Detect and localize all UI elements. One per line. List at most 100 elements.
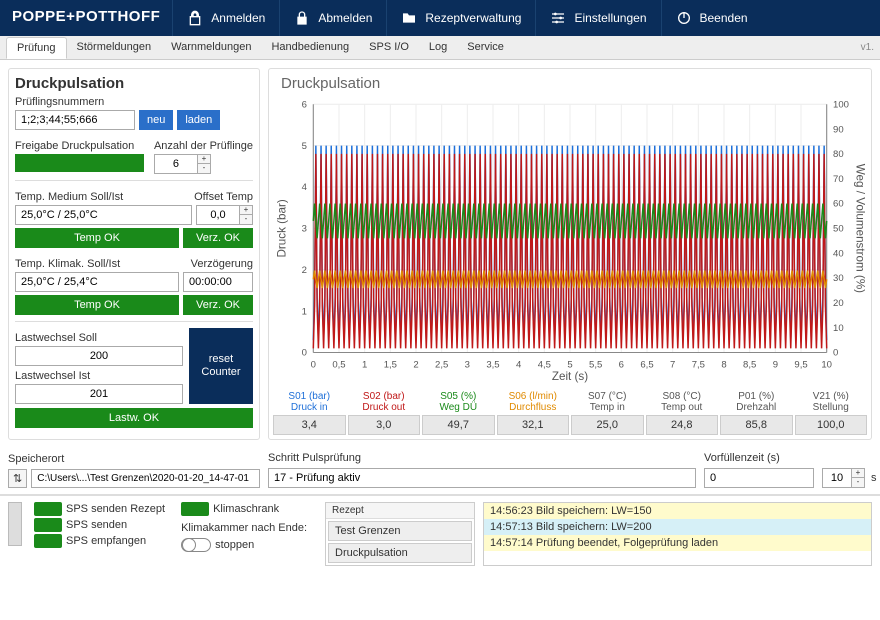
left-panel: Druckpulsation Prüflingsnummern neu lade… [8, 68, 260, 440]
reset-counter-button[interactable]: reset Counter [189, 328, 253, 404]
svg-text:4: 4 [516, 359, 522, 370]
freigabe-label: Freigabe Druckpulsation [15, 140, 144, 152]
rezept-list: Rezept Test GrenzenDruckpulsation [325, 502, 475, 566]
pruef-nr-label: Prüflingsnummern [15, 96, 253, 108]
svg-text:90: 90 [833, 124, 844, 135]
temp-ok-1: Temp OK [15, 228, 179, 248]
login-button[interactable]: Anmelden [172, 0, 279, 36]
svg-text:9,5: 9,5 [794, 359, 807, 370]
svg-text:3: 3 [465, 359, 470, 370]
svg-text:7: 7 [670, 359, 675, 370]
footer-grip [8, 502, 22, 546]
exit-button[interactable]: Beenden [661, 0, 762, 36]
tab-row: PrüfungStörmeldungenWarnmeldungenHandbed… [0, 36, 880, 60]
vorfuell-spinner[interactable]: +- [822, 468, 865, 488]
panel-title: Druckpulsation [15, 75, 253, 92]
logout-button[interactable]: Abmelden [279, 0, 386, 36]
anzahl-spinner[interactable]: +- [154, 154, 253, 174]
speicherort-input[interactable] [31, 469, 260, 488]
vorfuell-input[interactable] [704, 468, 814, 488]
tab-prüfung[interactable]: Prüfung [6, 37, 67, 59]
lw-ist-input[interactable] [15, 384, 183, 404]
power-icon [676, 10, 692, 26]
svg-text:70: 70 [833, 174, 844, 185]
verz-input[interactable] [183, 272, 253, 292]
svg-text:1: 1 [362, 359, 367, 370]
tab-handbedienung[interactable]: Handbedienung [261, 37, 359, 58]
sensor-P01: P01 (%)Drehzahl85,8 [720, 391, 793, 435]
sensor-S06: S06 (l/min)Durchfluss32,1 [497, 391, 570, 435]
svg-text:5: 5 [302, 141, 307, 152]
temp-klimak-input[interactable] [15, 272, 179, 292]
sps-rezept-indicator [34, 502, 62, 516]
log-item: 14:57:13 Bild speichern: LW=200 [484, 519, 871, 535]
svg-text:Druck (bar): Druck (bar) [276, 199, 289, 257]
folder-pick-icon[interactable]: ⇅ [8, 469, 27, 488]
pulsation-chart: 00,511,522,533,544,555,566,577,588,599,5… [273, 94, 867, 384]
verz-ok-1: Verz. OK [183, 228, 253, 248]
svg-text:8,5: 8,5 [743, 359, 756, 370]
settings-button[interactable]: Einstellungen [535, 0, 660, 36]
sensor-row: S01 (bar)Druck in3,4S02 (bar)Druck out3,… [273, 391, 867, 435]
lastw-ok: Lastw. OK [15, 408, 253, 428]
tab-service[interactable]: Service [457, 37, 514, 58]
chart-container: Druckpulsation 00,511,522,533,544,555,56… [268, 68, 872, 440]
svg-text:0: 0 [833, 348, 838, 359]
temp-med-input[interactable] [15, 205, 192, 225]
freigabe-status [15, 154, 144, 172]
pruef-nr-input[interactable] [15, 110, 135, 130]
rezept-item[interactable]: Test Grenzen [328, 521, 472, 541]
sensor-S02: S02 (bar)Druck out3,0 [348, 391, 421, 435]
svg-text:4,5: 4,5 [538, 359, 551, 370]
sps-senden-indicator [34, 518, 62, 532]
chart-title: Druckpulsation [281, 75, 867, 92]
sensor-S01: S01 (bar)Druck in3,4 [273, 391, 346, 435]
svg-text:2: 2 [413, 359, 418, 370]
tab-warnmeldungen[interactable]: Warnmeldungen [161, 37, 261, 58]
svg-text:0,5: 0,5 [332, 359, 345, 370]
log-item: 14:57:14 Prüfung beendet, Folgeprüfung l… [484, 535, 871, 551]
schritt-input[interactable] [268, 468, 696, 488]
svg-text:50: 50 [833, 224, 844, 235]
svg-text:80: 80 [833, 149, 844, 160]
sensor-V21: V21 (%)Stellung100,0 [795, 391, 868, 435]
tab-log[interactable]: Log [419, 37, 457, 58]
tab-sps i/o[interactable]: SPS I/O [359, 37, 419, 58]
sensor-S05: S05 (%)Weg DÜ49,7 [422, 391, 495, 435]
klimakammer-toggle[interactable] [181, 538, 211, 552]
svg-text:0: 0 [302, 348, 307, 359]
brand-logo: POPPE+POTTHOFF [0, 0, 172, 36]
folder-icon [401, 10, 417, 26]
svg-text:1: 1 [302, 306, 307, 317]
svg-text:60: 60 [833, 199, 844, 210]
offset-spinner[interactable]: +- [196, 205, 253, 225]
sensor-S07: S07 (°C)Temp in25,0 [571, 391, 644, 435]
sensor-S08: S08 (°C)Temp out24,8 [646, 391, 719, 435]
svg-text:1,5: 1,5 [384, 359, 397, 370]
svg-text:10: 10 [821, 359, 832, 370]
verz-ok-2: Verz. OK [183, 295, 253, 315]
temp-ok-2: Temp OK [15, 295, 179, 315]
svg-text:5,5: 5,5 [589, 359, 602, 370]
svg-text:5: 5 [567, 359, 572, 370]
lock-icon [294, 10, 310, 26]
svg-text:Zeit (s): Zeit (s) [552, 370, 588, 383]
svg-text:3,5: 3,5 [486, 359, 499, 370]
svg-text:30: 30 [833, 273, 844, 284]
log-list: 14:56:23 Bild speichern: LW=15014:57:13 … [483, 502, 872, 566]
laden-button[interactable]: laden [177, 110, 220, 130]
rezept-item[interactable]: Druckpulsation [328, 543, 472, 563]
lw-soll-input[interactable] [15, 346, 183, 366]
svg-text:3: 3 [302, 224, 307, 235]
svg-text:Weg / Volumenstrom (%): Weg / Volumenstrom (%) [853, 164, 866, 293]
neu-button[interactable]: neu [139, 110, 173, 130]
sps-empf-indicator [34, 534, 62, 548]
tab-störmeldungen[interactable]: Störmeldungen [67, 37, 162, 58]
svg-text:0: 0 [311, 359, 316, 370]
svg-text:10: 10 [833, 323, 844, 334]
recipes-button[interactable]: Rezeptverwaltung [386, 0, 535, 36]
svg-text:6,5: 6,5 [640, 359, 653, 370]
svg-text:9: 9 [773, 359, 778, 370]
svg-text:20: 20 [833, 298, 844, 309]
anzahl-label: Anzahl der Prüflinge [154, 140, 253, 152]
